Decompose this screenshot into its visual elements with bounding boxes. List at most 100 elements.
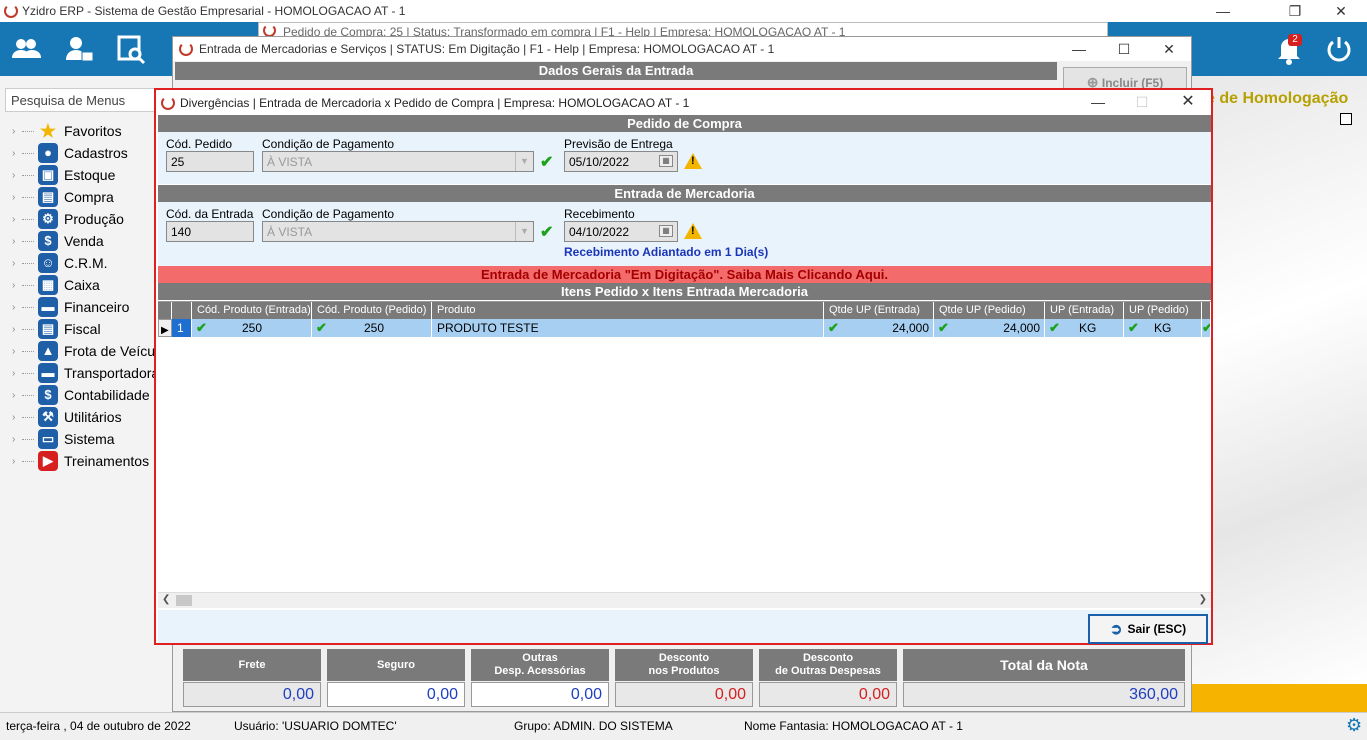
expand-chevron-icon[interactable]: › (12, 346, 22, 357)
close-button[interactable]: ✕ (1165, 91, 1211, 113)
divergencias-dialog: Divergências | Entrada de Mercadoria x P… (154, 88, 1213, 645)
expand-chevron-icon[interactable]: › (12, 302, 22, 313)
expand-chevron-icon[interactable]: › (12, 456, 22, 467)
coin-icon: $ (38, 385, 58, 405)
status-banner[interactable]: Entrada de Mercadoria "Em Digitação". Sa… (158, 266, 1211, 283)
col-header-cod-entrada[interactable]: Cód. Produto (Entrada) (192, 302, 312, 319)
homologation-checkbox[interactable] (1340, 113, 1352, 125)
sidebar-item-sistema[interactable]: › ▭ Sistema (12, 428, 115, 450)
settings-gear-icon[interactable]: ⚙ (1346, 715, 1362, 736)
sidebar-item-label: Financeiro (64, 299, 130, 315)
sidebar-item-fiscal[interactable]: › ▤ Fiscal (12, 318, 101, 340)
sidebar-item-treinamentos[interactable]: › ▶ Treinamentos (12, 450, 149, 472)
total-value[interactable]: 0,00 (327, 682, 465, 707)
total-value[interactable]: 0,00 (471, 682, 609, 707)
tree-connector (22, 262, 34, 264)
calendar-icon[interactable]: ▦ (659, 225, 673, 237)
col-header-qtde-pedido[interactable]: Qtde UP (Pedido) (934, 302, 1045, 319)
cell-cod-entrada[interactable]: ✔ 250 (192, 319, 312, 337)
cell-qtde-pedido[interactable]: ✔ 24,000 (934, 319, 1045, 337)
expand-chevron-icon[interactable]: › (12, 192, 22, 203)
cond-pagamento-select[interactable]: À VISTA ▼ (262, 151, 534, 172)
bell-icon[interactable]: 2 (1272, 32, 1306, 66)
scroll-left-icon[interactable]: ❮ (162, 594, 170, 605)
cell-cod-pedido[interactable]: ✔ 250 (312, 319, 432, 337)
items-section-header: Itens Pedido x Itens Entrada Mercadoria (158, 283, 1211, 300)
maximize-button[interactable]: ☐ (1101, 38, 1147, 60)
row-indicator[interactable]: ▶ (158, 319, 172, 337)
sidebar-item-estoque[interactable]: › ▣ Estoque (12, 164, 115, 186)
tree-connector (22, 174, 34, 176)
sidebar-item-c-r-m-[interactable]: › ☺ C.R.M. (12, 252, 108, 274)
total-value: 360,00 (903, 682, 1185, 707)
sidebar-item-favoritos[interactable]: › ★ Favoritos (12, 120, 122, 142)
check-icon: ✔ (316, 320, 327, 335)
sidebar-item-contabilidade-fin[interactable]: › $ Contabilidade Fin (12, 384, 173, 406)
scrollbar-thumb[interactable] (176, 595, 192, 606)
expand-chevron-icon[interactable]: › (12, 170, 22, 181)
minimize-button[interactable]: — (1075, 91, 1121, 113)
row-number[interactable]: 1 (172, 319, 192, 337)
sidebar-item-transportadora[interactable]: › ▬ Transportadora (12, 362, 159, 384)
dialog-titlebar: Divergências | Entrada de Mercadoria x P… (156, 90, 1211, 115)
cell-up-entrada[interactable]: ✔ KG (1045, 319, 1124, 337)
expand-chevron-icon[interactable]: › (12, 236, 22, 247)
expand-chevron-icon[interactable]: › (12, 148, 22, 159)
minimize-button[interactable]: — (1200, 0, 1246, 22)
cond-pagamento-value: À VISTA (267, 225, 313, 239)
maximize-button: ☐ (1135, 94, 1149, 110)
cell-up-pedido[interactable]: ✔ KG (1124, 319, 1202, 337)
sidebar-item-frota-de-ve-culo[interactable]: › ▲ Frota de Veículo (12, 340, 166, 362)
col-header-up-entrada[interactable]: UP (Entrada) (1045, 302, 1124, 319)
recebimento-field[interactable]: 04/10/2022 ▦ (564, 221, 678, 242)
expand-chevron-icon[interactable]: › (12, 390, 22, 401)
check-icon: ✔ (1128, 320, 1139, 335)
expand-chevron-icon[interactable]: › (12, 368, 22, 379)
sidebar-item-venda[interactable]: › $ Venda (12, 230, 104, 252)
close-button[interactable]: ✕ (1318, 0, 1364, 22)
row-pointer-icon: ▶ (161, 325, 169, 336)
col-header-up-pedido[interactable]: UP (Pedido) (1124, 302, 1202, 319)
sidebar-item-compra[interactable]: › ▤ Compra (12, 186, 114, 208)
dados-gerais-header: Dados Gerais da Entrada (175, 62, 1057, 80)
total-box-0: Frete 0,00 (183, 649, 321, 707)
user-card-icon[interactable] (62, 32, 96, 66)
menu-search-input[interactable]: Pesquisa de Menus (5, 88, 170, 112)
sidebar-item-financeiro[interactable]: › ▬ Financeiro (12, 296, 129, 318)
minimize-button[interactable]: — (1056, 38, 1102, 60)
sidebar-item-produ-o[interactable]: › ⚙ Produção (12, 208, 124, 230)
cod-pedido-field[interactable]: 25 (166, 151, 254, 172)
horizontal-scrollbar[interactable]: ❮ ❯ (158, 592, 1211, 608)
cell-produto[interactable]: PRODUTO TESTE (432, 319, 824, 337)
expand-chevron-icon[interactable]: › (12, 324, 22, 335)
sidebar-item-utilit-rios[interactable]: › ⚒ Utilitários (12, 406, 122, 428)
col-header-qtde-entrada[interactable]: Qtde UP (Entrada) (824, 302, 934, 319)
cell-qtde-entrada[interactable]: ✔ 24,000 (824, 319, 934, 337)
items-grid: Cód. Produto (Entrada) Cód. Produto (Ped… (158, 301, 1211, 608)
expand-chevron-icon[interactable]: › (12, 126, 22, 137)
calendar-icon[interactable]: ▦ (659, 155, 673, 167)
sidebar-item-cadastros[interactable]: › ● Cadastros (12, 142, 128, 164)
col-header-produto[interactable]: Produto (432, 302, 824, 319)
app-titlebar: Yzidro ERP - Sistema de Gestão Empresari… (0, 0, 1367, 22)
previsao-entrega-field[interactable]: 05/10/2022 ▦ (564, 151, 678, 172)
expand-chevron-icon[interactable]: › (12, 280, 22, 291)
expand-chevron-icon[interactable]: › (12, 258, 22, 269)
scroll-right-icon[interactable]: ❯ (1199, 594, 1207, 605)
cell-extra[interactable]: ✔ (1202, 319, 1211, 337)
cond-pagamento-select[interactable]: À VISTA ▼ (262, 221, 534, 242)
cod-entrada-field[interactable]: 140 (166, 221, 254, 242)
power-icon[interactable] (1322, 32, 1356, 66)
restore-button[interactable]: ❐ (1272, 0, 1318, 22)
col-header-cod-pedido[interactable]: Cód. Produto (Pedido) (312, 302, 432, 319)
users-icon[interactable] (9, 32, 43, 66)
sidebar-item-caixa[interactable]: › ▦ Caixa (12, 274, 100, 296)
close-button[interactable]: ✕ (1146, 38, 1192, 60)
search-document-icon[interactable] (114, 32, 148, 66)
cell-qtde-pedido-value: 24,000 (1003, 321, 1040, 335)
expand-chevron-icon[interactable]: › (12, 434, 22, 445)
expand-chevron-icon[interactable]: › (12, 214, 22, 225)
sair-button[interactable]: ➲ Sair (ESC) (1088, 614, 1208, 644)
expand-chevron-icon[interactable]: › (12, 412, 22, 423)
dialog-footer: ➲ Sair (ESC) (158, 610, 1211, 644)
